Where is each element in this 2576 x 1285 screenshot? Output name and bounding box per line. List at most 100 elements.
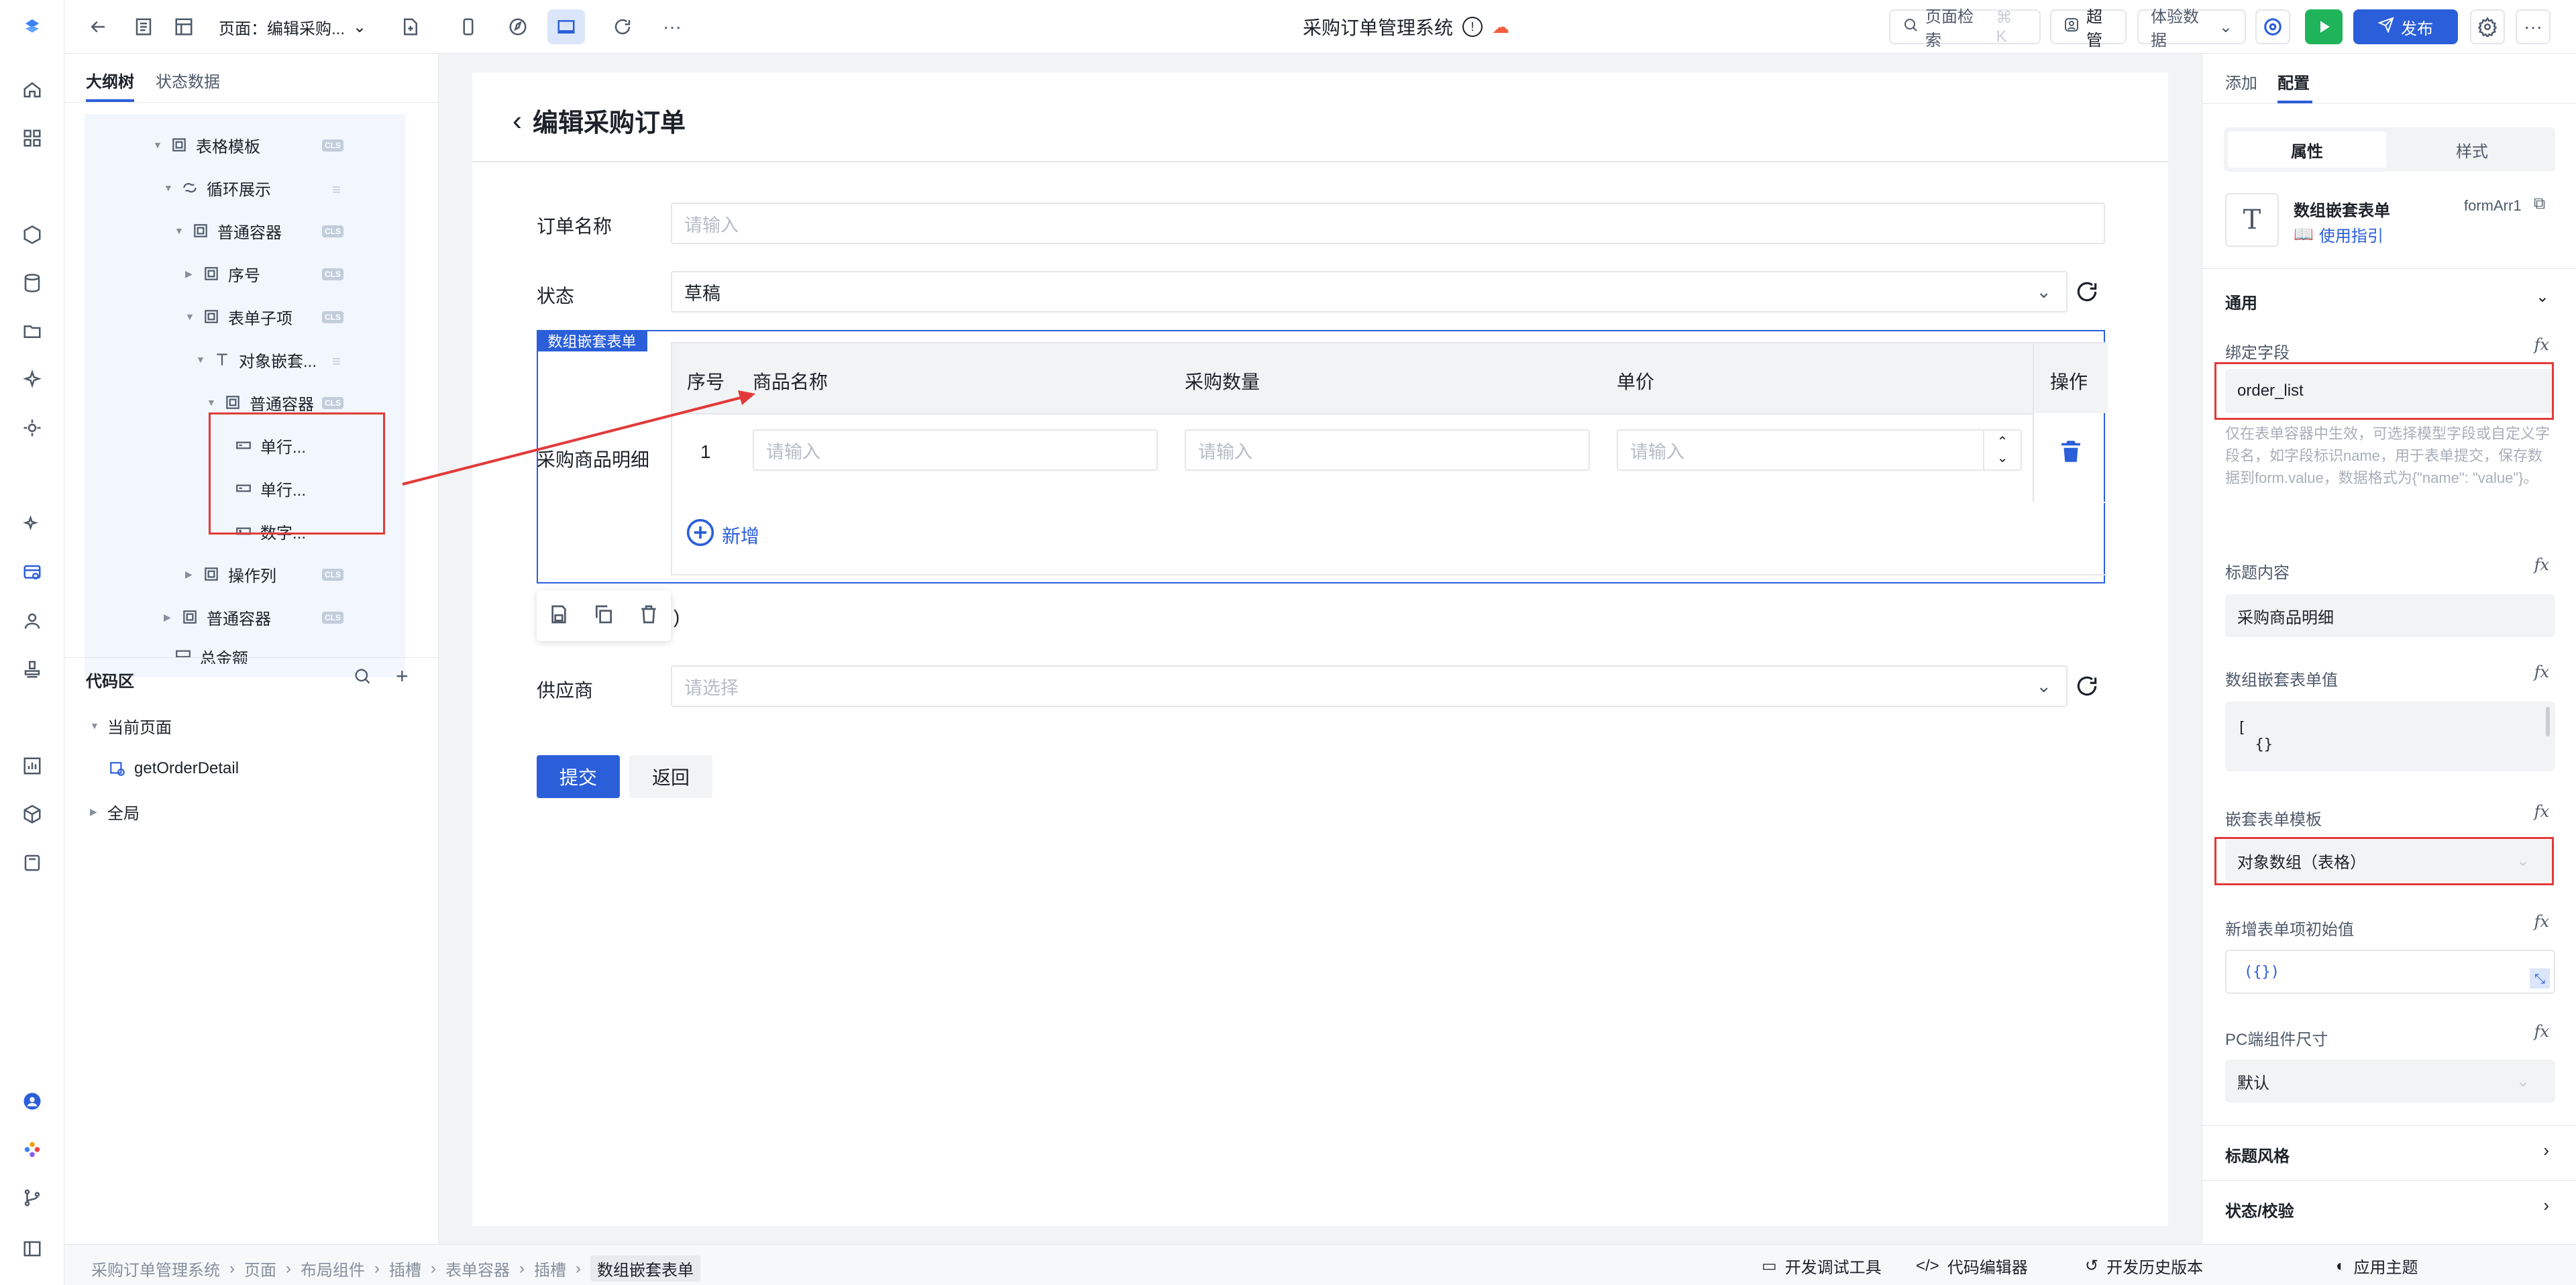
code-current-page[interactable]: ▼ 当前页面	[90, 706, 172, 746]
expand-icon[interactable]: ⤡	[2530, 968, 2550, 989]
cube-icon[interactable]	[19, 801, 46, 828]
fx-icon[interactable]: fx	[2534, 555, 2549, 574]
publish-button[interactable]: 发布	[2353, 9, 2458, 44]
chevron-right-icon[interactable]: ›	[2543, 1195, 2549, 1216]
page-selector[interactable]: 页面：编辑采购... ⌄	[219, 9, 393, 44]
delete-trash-icon[interactable]	[2057, 437, 2085, 469]
chevron-down-icon[interactable]: ⌄	[1997, 450, 2008, 466]
group-title-style[interactable]: 标题风格	[2225, 1143, 2290, 1166]
breadcrumb-item[interactable]: 采购订单管理系统	[91, 1257, 220, 1280]
store-icon[interactable]	[19, 849, 46, 876]
app-theme-button[interactable]: ◐ 应用主题	[2336, 1254, 2418, 1278]
tab-outline-tree[interactable]: 大纲树	[86, 68, 134, 92]
size-select[interactable]: 默认 ⌄	[2225, 1060, 2555, 1103]
supplier-select[interactable]: 请选择 ⌄	[671, 665, 2068, 707]
price-input[interactable]: 请输入 ⌃ ⌄	[1617, 429, 2022, 471]
copy-icon[interactable]	[593, 604, 614, 628]
panel-toggle-icon[interactable]	[19, 1235, 46, 1262]
title-content-input[interactable]: 采购商品明细	[2225, 594, 2555, 637]
fx-icon[interactable]: fx	[2534, 335, 2549, 354]
account-icon[interactable]	[19, 1088, 46, 1115]
tree-node-container[interactable]: ▼ 普通容器	[174, 211, 282, 251]
preview-eye-icon[interactable]	[2255, 9, 2290, 44]
compass-icon[interactable]	[500, 9, 535, 44]
chart-icon[interactable]	[19, 752, 46, 779]
page-search-button[interactable]: 页面检索 ⌘ K	[1889, 8, 2041, 50]
git-branch-icon[interactable]	[19, 1184, 46, 1211]
code-editor-button[interactable]: </> 代码编辑器	[1916, 1254, 2028, 1278]
mobile-view-icon[interactable]	[451, 9, 486, 44]
page-design-icon[interactable]	[19, 559, 46, 586]
breadcrumb-item-current[interactable]: 数组嵌套表单	[590, 1255, 700, 1282]
initial-value-editor[interactable]: ({}) ⤡	[2225, 950, 2555, 994]
experience-data-select[interactable]: 体验数据 ⌄	[2137, 8, 2246, 50]
submit-button[interactable]: 提交	[537, 755, 620, 798]
colorful-flower-icon[interactable]	[19, 1136, 46, 1163]
tree-node-loop[interactable]: ▼ 循环展示	[164, 168, 271, 208]
chevron-down-icon[interactable]: ⌄	[2536, 287, 2549, 306]
debug-tools-button[interactable]: ▭ 开发调试工具	[1762, 1254, 1882, 1278]
settings-gear-icon[interactable]	[2470, 9, 2505, 44]
save-icon[interactable]	[548, 604, 570, 628]
home-icon[interactable]	[19, 76, 46, 103]
magic-icon[interactable]	[19, 511, 46, 538]
refresh-icon[interactable]	[605, 9, 640, 44]
tree-node-total[interactable]: 总金额	[174, 640, 248, 664]
run-play-icon[interactable]	[2305, 9, 2343, 44]
component-icon[interactable]	[19, 221, 46, 248]
history-button[interactable]: ↺ 开发历史版本	[2085, 1254, 2203, 1278]
folder-icon[interactable]	[19, 318, 46, 345]
layout-icon[interactable]	[166, 9, 201, 44]
add-row-button[interactable]: 新增	[686, 518, 759, 552]
app-logo-icon[interactable]	[19, 13, 46, 40]
fx-icon[interactable]: fx	[2534, 802, 2549, 821]
refresh-icon[interactable]	[2074, 673, 2100, 702]
desktop-view-icon[interactable]	[547, 9, 585, 44]
breadcrumb-item[interactable]: 插槽	[389, 1257, 421, 1280]
breadcrumb-item[interactable]: 插槽	[534, 1257, 566, 1280]
breadcrumb-item[interactable]: 布局组件	[301, 1257, 365, 1280]
search-icon[interactable]	[353, 667, 372, 689]
back-chevron-icon[interactable]: ‹	[513, 105, 522, 137]
tree-node-container-outer[interactable]: ▶ 普通容器	[164, 597, 271, 637]
more-icon[interactable]: ···	[655, 9, 690, 44]
back-arrow-icon[interactable]	[80, 9, 115, 44]
tree-node-table-template[interactable]: ▼ 表格模板	[153, 125, 260, 165]
number-stepper[interactable]: ⌃ ⌄	[1983, 431, 2021, 469]
tab-add[interactable]: 添加	[2225, 70, 2257, 93]
tree-node-action-column[interactable]: ▶ 操作列	[185, 554, 276, 594]
code-global[interactable]: ▶ 全局	[90, 791, 140, 832]
refresh-icon[interactable]	[2074, 279, 2100, 308]
breadcrumb-item[interactable]: 表单容器	[445, 1257, 510, 1280]
fx-icon[interactable]: fx	[2534, 1022, 2549, 1041]
user-group-icon[interactable]	[19, 608, 46, 634]
tree-node-object-nested[interactable]: ▼ 对象嵌套...	[196, 339, 317, 380]
user-menu[interactable]: 超管	[2050, 8, 2127, 50]
copy-id-icon[interactable]: ⧉	[2534, 194, 2545, 213]
info-icon[interactable]: !	[1462, 17, 1483, 37]
code-function-item[interactable]: getOrderDetail	[109, 748, 239, 789]
breadcrumb-item[interactable]: 页面	[244, 1257, 276, 1280]
tree-node-form-item[interactable]: ▼ 表单子项	[185, 296, 292, 337]
seg-style[interactable]: 样式	[2393, 131, 2551, 168]
group-validate[interactable]: 状态/校验	[2225, 1198, 2294, 1221]
array-nested-form-selected[interactable]: 采购商品明细 序号 商品名称 采购数量 单价 操作 1 请输入 请输入 请输入 …	[537, 330, 2108, 583]
fx-icon[interactable]: fx	[2534, 912, 2549, 931]
chevron-right-icon[interactable]: ›	[2543, 1140, 2549, 1161]
stamp-icon[interactable]	[19, 656, 46, 683]
plugin-icon[interactable]	[19, 414, 46, 441]
dashboard-icon[interactable]	[19, 125, 46, 152]
editor-scrollbar[interactable]	[2546, 707, 2550, 736]
document-icon[interactable]	[126, 9, 161, 44]
group-general-title[interactable]: 通用	[2225, 290, 2257, 313]
seg-properties[interactable]: 属性	[2228, 131, 2386, 168]
status-select[interactable]: 草稿 ⌄	[671, 271, 2068, 313]
chevron-up-icon[interactable]: ⌃	[1997, 434, 2008, 450]
delete-icon[interactable]	[638, 604, 659, 628]
usage-guide-link[interactable]: 📖 使用指引	[2294, 223, 2383, 246]
add-icon[interactable]: +	[396, 664, 409, 689]
database-icon[interactable]	[19, 270, 46, 296]
array-value-editor[interactable]: [ {}	[2225, 702, 2555, 771]
fx-icon[interactable]: fx	[2534, 663, 2549, 681]
tab-state-data[interactable]: 状态数据	[156, 68, 220, 92]
